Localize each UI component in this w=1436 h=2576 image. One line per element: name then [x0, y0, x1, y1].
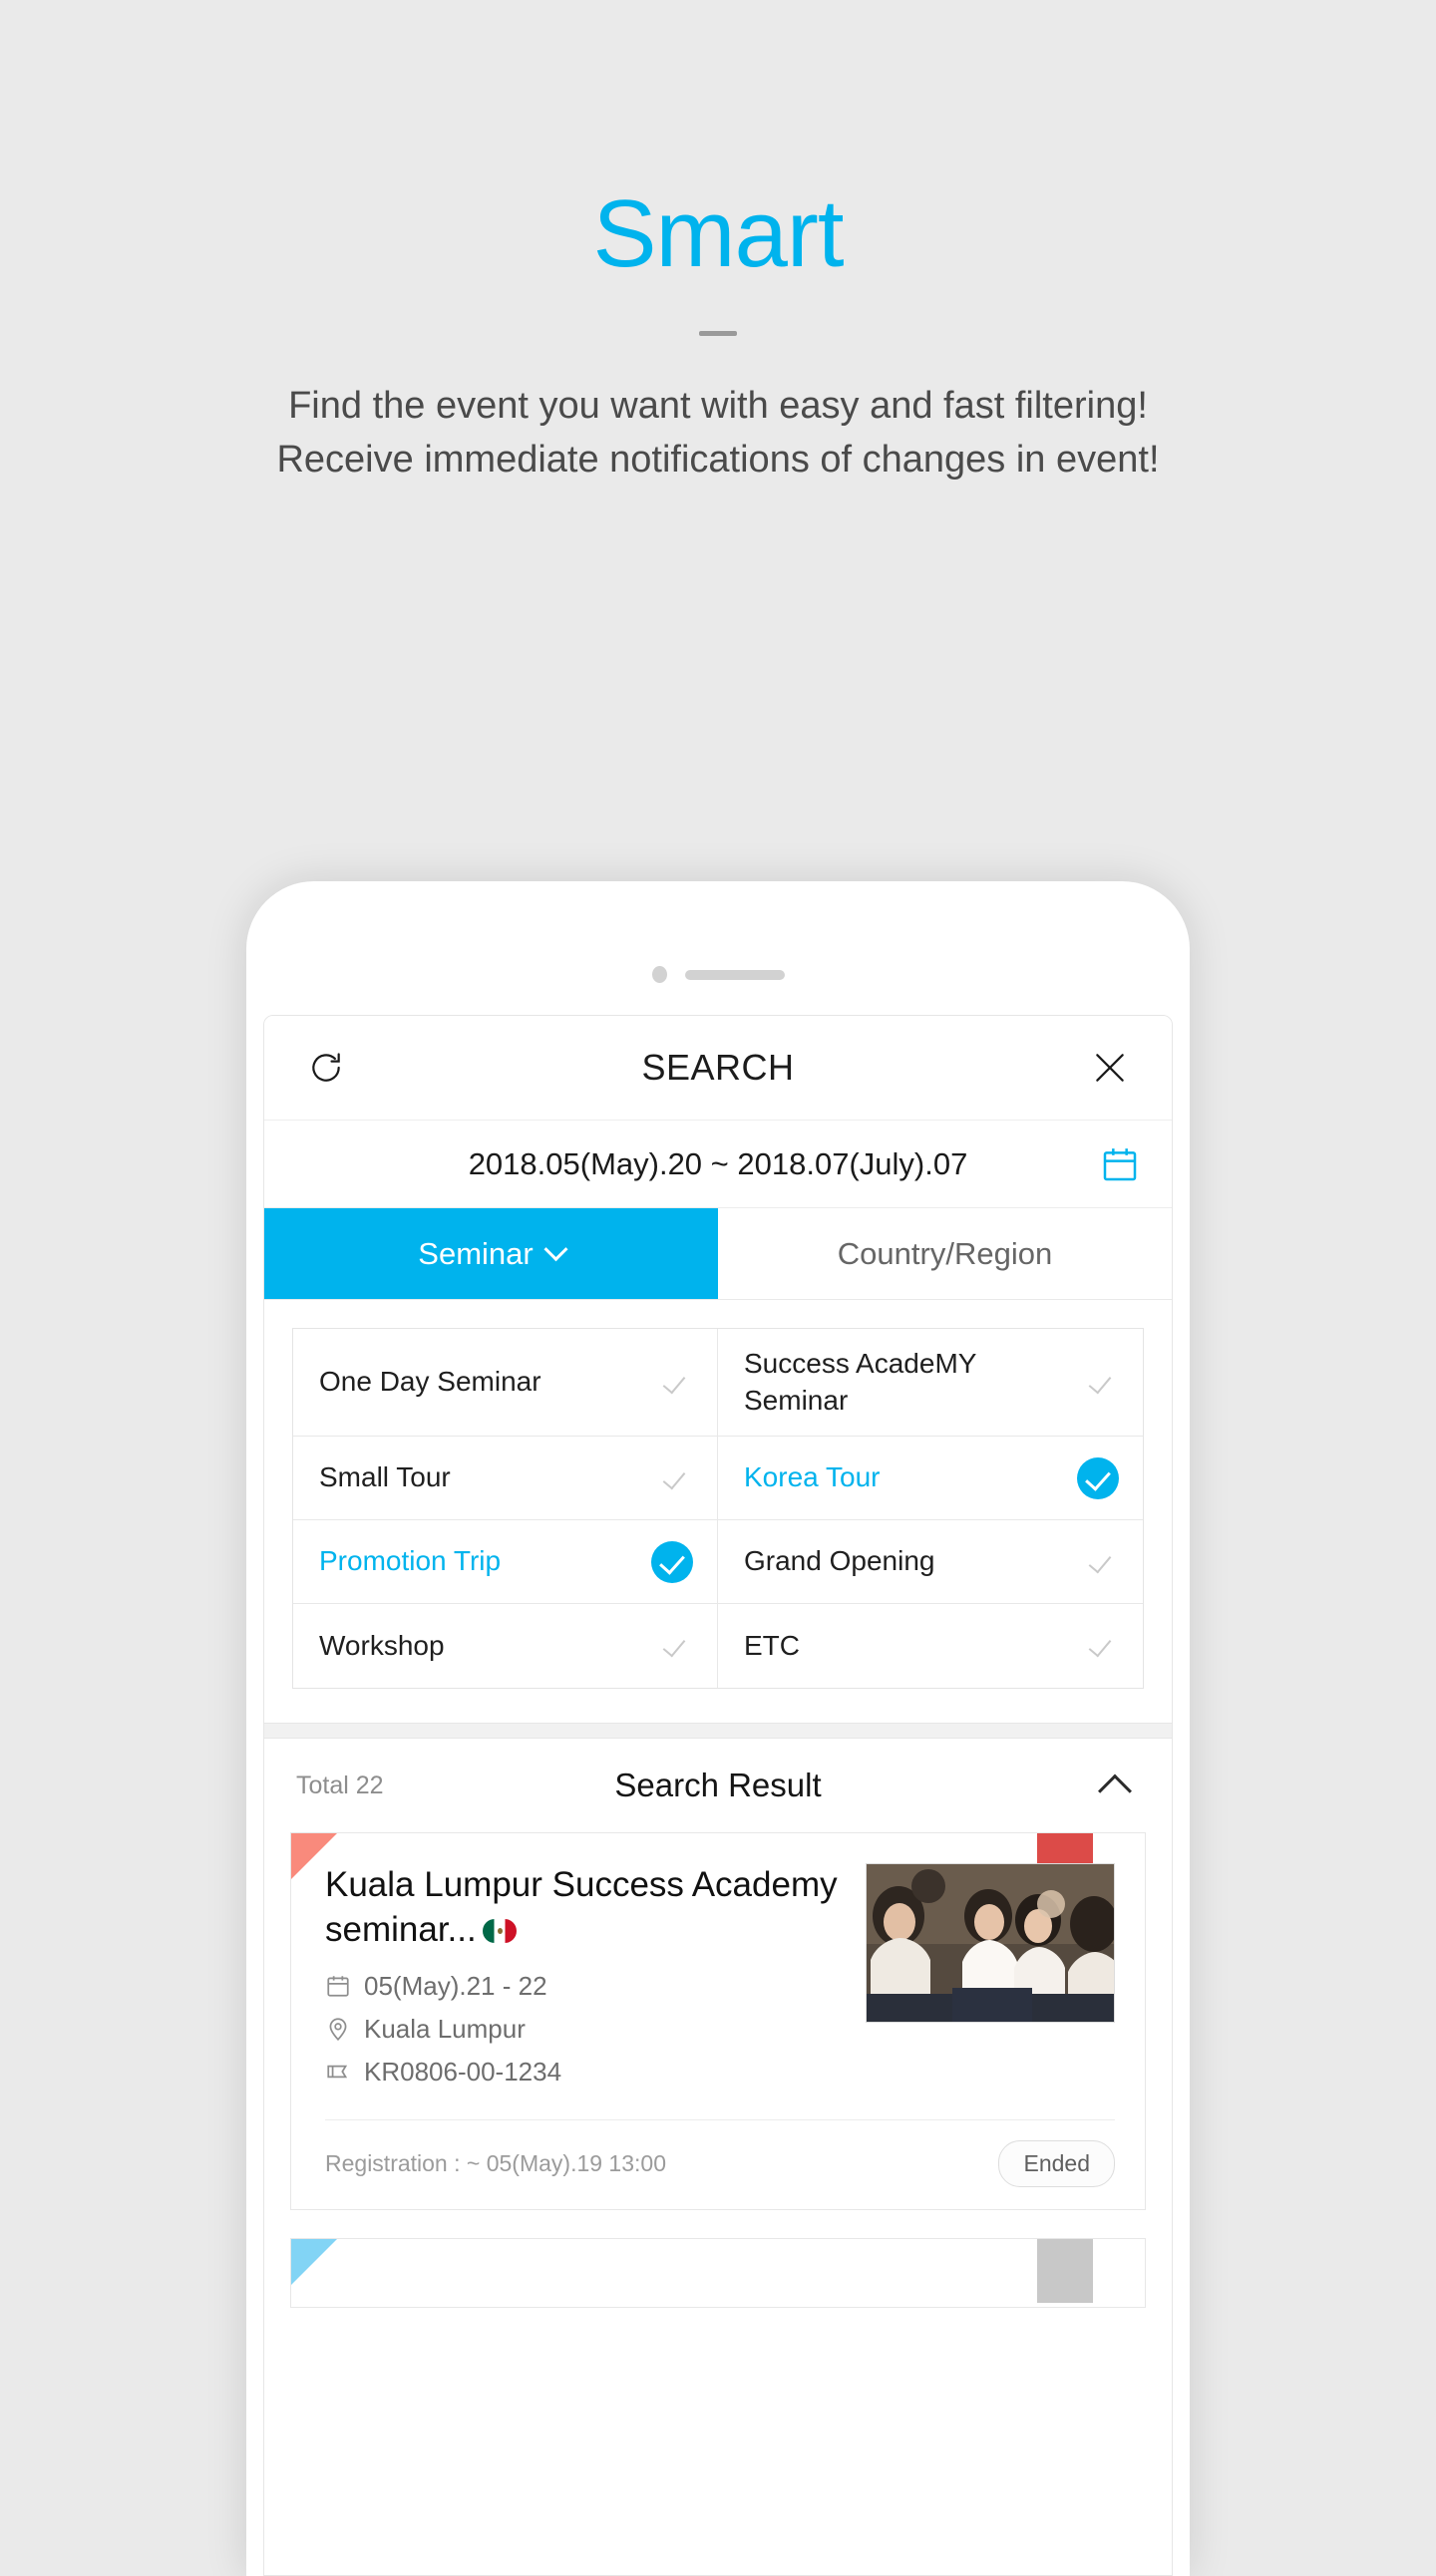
close-icon[interactable]: [1082, 1040, 1138, 1096]
check-circle-icon: [651, 1540, 693, 1583]
bookmark-icon[interactable]: [1037, 2238, 1093, 2303]
card-corner-marker: [291, 1833, 337, 1879]
check-icon: [1091, 1548, 1119, 1576]
check-icon: [665, 1464, 693, 1492]
card-footer: Registration : ~ 05(May).19 13:00 Ended: [325, 2120, 1115, 2187]
app-bar-title: SEARCH: [641, 1047, 795, 1088]
date-range-bar[interactable]: 2018.05(May).20 ~ 2018.07(July).07: [264, 1121, 1172, 1208]
chevron-up-icon[interactable]: [1090, 1761, 1140, 1810]
filter-label: Success AcadeMY Seminar: [744, 1348, 976, 1416]
chevron-down-icon: [543, 1237, 568, 1262]
event-location-row: Kuala Lumpur: [325, 2014, 846, 2045]
filter-option-workshop[interactable]: Workshop: [293, 1604, 718, 1688]
filter-option-korea-tour[interactable]: Korea Tour: [718, 1437, 1143, 1520]
section-divider: [264, 1723, 1172, 1739]
hero-subtitle-line-2: Receive immediate notifications of chang…: [276, 438, 1160, 481]
list-item[interactable]: Kuala Lumpur Success Academy seminar... …: [290, 1832, 1146, 2210]
card-corner-marker: [291, 2238, 337, 2285]
camera-icon: [651, 966, 667, 983]
phone-notch: [246, 966, 1190, 983]
filter-label: One Day Seminar: [319, 1366, 541, 1398]
event-date-row: 05(May).21 - 22: [325, 1971, 846, 2002]
filter-label: Promotion Trip: [319, 1545, 502, 1577]
phone-mockup: SEARCH 2018.05(May).20 ~ 2018.07(July).0…: [246, 881, 1190, 2576]
filter-option-promotion-trip[interactable]: Promotion Trip: [293, 1520, 718, 1604]
filter-option-success-academy-seminar[interactable]: Success AcadeMY Seminar: [718, 1329, 1143, 1437]
filter-label: Grand Opening: [744, 1545, 935, 1577]
result-total-count: Total 22: [296, 1771, 384, 1799]
search-result-header: Total 22 Search Result: [264, 1739, 1172, 1832]
hero-subtitle-line-1: Find the event you want with easy and fa…: [288, 384, 1148, 427]
filter-label: Korea Tour: [744, 1461, 881, 1493]
date-range-text: 2018.05(May).20 ~ 2018.07(July).07: [468, 1145, 968, 1181]
filter-label: Small Tour: [319, 1461, 451, 1493]
page-title: Smart: [592, 180, 844, 287]
search-result-title: Search Result: [614, 1767, 822, 1803]
tab-country-region[interactable]: Country/Region: [718, 1208, 1172, 1299]
check-icon: [1091, 1369, 1119, 1397]
event-code: KR0806-00-1234: [364, 2056, 562, 2087]
filter-option-etc[interactable]: ETC: [718, 1604, 1143, 1688]
status-badge: Ended: [998, 2139, 1115, 2187]
event-thumbnail: [866, 1863, 1115, 2023]
app-screen: SEARCH 2018.05(May).20 ~ 2018.07(July).0…: [263, 1015, 1173, 2576]
check-icon: [665, 1369, 693, 1397]
title-divider: [699, 330, 737, 336]
event-code-row: KR0806-00-1234: [325, 2057, 846, 2088]
list-item-partial[interactable]: [290, 2237, 1146, 2308]
filter-option-grand-opening[interactable]: Grand Opening: [718, 1520, 1143, 1604]
speaker-grille: [684, 969, 785, 980]
app-bar: SEARCH: [264, 1016, 1172, 1121]
filter-label: ETC: [744, 1629, 800, 1661]
check-circle-icon: [1077, 1456, 1119, 1499]
filter-label: Workshop: [319, 1629, 445, 1661]
check-icon: [665, 1632, 693, 1660]
event-title: Kuala Lumpur Success Academy seminar...: [325, 1863, 846, 1953]
mexico-flag-icon: [482, 1918, 517, 1943]
event-date: 05(May).21 - 22: [364, 1970, 547, 2001]
registration-text: Registration : ~ 05(May).19 13:00: [325, 2149, 666, 2176]
calendar-icon[interactable]: [1098, 1142, 1142, 1186]
tab-seminar[interactable]: Seminar: [264, 1208, 718, 1299]
filter-option-small-tour[interactable]: Small Tour: [293, 1437, 718, 1520]
tab-country-region-label: Country/Region: [837, 1235, 1053, 1271]
check-icon: [1091, 1632, 1119, 1660]
filter-option-one-day-seminar[interactable]: One Day Seminar: [293, 1329, 718, 1437]
tab-seminar-label: Seminar: [418, 1235, 534, 1271]
refresh-icon[interactable]: [298, 1040, 354, 1096]
event-title-text: Kuala Lumpur Success Academy seminar...: [325, 1865, 838, 1949]
filter-panel: One Day Seminar Success AcadeMY Seminar …: [264, 1300, 1172, 1723]
filter-tabs: Seminar Country/Region: [264, 1208, 1172, 1300]
event-location: Kuala Lumpur: [364, 2013, 526, 2044]
filter-grid: One Day Seminar Success AcadeMY Seminar …: [292, 1328, 1144, 1689]
result-list: Kuala Lumpur Success Academy seminar... …: [264, 1832, 1172, 2308]
hero-section: Smart Find the event you want with easy …: [0, 0, 1436, 487]
